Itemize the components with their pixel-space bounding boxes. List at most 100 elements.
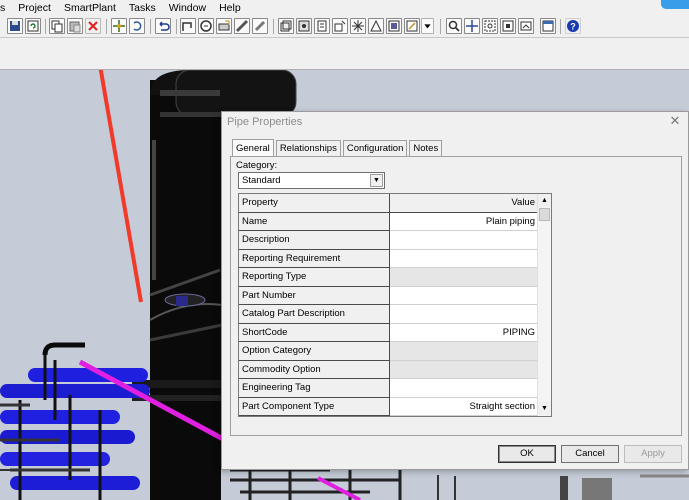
view2-icon[interactable] [278, 18, 294, 34]
menu-item-project[interactable]: Project [12, 2, 58, 14]
property-value[interactable] [390, 286, 537, 305]
view7-icon[interactable] [368, 18, 384, 34]
property-name: Engineering Tag [239, 379, 390, 398]
move-icon[interactable] [111, 18, 127, 34]
save-icon[interactable] [7, 18, 23, 34]
frame-icon[interactable] [386, 18, 402, 34]
menu-bar: s Project SmartPlant Tasks Window Help [0, 0, 689, 16]
cancel-button[interactable]: Cancel [561, 445, 619, 463]
property-value[interactable] [390, 249, 537, 268]
table-row: Description [239, 231, 537, 250]
snapshot-icon[interactable] [518, 18, 534, 34]
property-value[interactable] [390, 379, 537, 398]
help-icon[interactable]: ? [565, 18, 581, 34]
property-grid: Property Value Name Plain piping Descrip… [238, 193, 552, 417]
property-name: Commodity Option [239, 360, 390, 379]
close-icon[interactable]: ✕ [668, 114, 682, 128]
property-value[interactable]: Plain piping [390, 212, 537, 231]
dialog-title: Pipe Properties [227, 116, 303, 128]
zoom-icon[interactable] [446, 18, 462, 34]
route-icon[interactable] [180, 18, 196, 34]
general-tab-panel: Category: Standard ▼ Property Value Name… [230, 156, 682, 436]
menu-item-tasks[interactable]: Tasks [123, 2, 163, 14]
table-row: Catalog Part Description [239, 305, 537, 324]
table-row: ShortCode PIPING [239, 323, 537, 342]
property-value [390, 268, 537, 287]
table-row: Engineering Tag [239, 379, 537, 398]
grid-header: Property Value [239, 194, 537, 213]
tab-general[interactable]: General [232, 139, 274, 156]
menu-item-s[interactable]: s [0, 2, 12, 14]
pipe-blue-5 [0, 452, 110, 466]
property-name: Description [239, 231, 390, 250]
category-value: Standard [242, 175, 281, 186]
property-value [390, 342, 537, 361]
property-name: Catalog Part Description [239, 305, 390, 324]
tab-notes[interactable]: Notes [409, 140, 443, 156]
undo-icon[interactable] [155, 18, 171, 34]
measure-icon[interactable] [234, 18, 250, 34]
menu-item-window[interactable]: Window [163, 2, 213, 14]
pan-icon[interactable] [464, 18, 480, 34]
scroll-down-icon[interactable]: ▼ [538, 402, 551, 415]
value-column-header: Value [390, 194, 537, 213]
dropdown-icon[interactable] [421, 18, 434, 34]
table-row: Part Component Type Straight section [239, 397, 537, 416]
secondary-toolbar [0, 38, 689, 70]
table-row: Name Plain piping [239, 212, 537, 231]
delete-x-icon[interactable] [85, 18, 101, 34]
table-row: Part Number [239, 286, 537, 305]
table-row: Option Category [239, 342, 537, 361]
menu-item-smartplant[interactable]: SmartPlant [58, 2, 123, 14]
pipe-blue-6 [10, 476, 140, 490]
zoom-area-icon[interactable] [482, 18, 498, 34]
svg-text:?: ? [570, 22, 576, 32]
tool-icon[interactable] [198, 18, 214, 34]
tab-relationships[interactable]: Relationships [275, 140, 341, 156]
refresh-icon[interactable] [25, 18, 41, 34]
copy-icon[interactable] [49, 18, 65, 34]
scroll-up-icon[interactable]: ▲ [538, 194, 551, 207]
window-icon[interactable] [540, 18, 556, 34]
fit-icon[interactable] [500, 18, 516, 34]
apply-button[interactable]: Apply [624, 445, 682, 463]
property-name: Option Category [239, 342, 390, 361]
notification-badge[interactable] [661, 0, 689, 9]
view-icon[interactable] [252, 18, 268, 34]
property-name: Name [239, 212, 390, 231]
chevron-down-icon[interactable]: ▼ [370, 174, 383, 187]
property-name: Part Number [239, 286, 390, 305]
insert-icon[interactable] [216, 18, 232, 34]
paste-icon[interactable] [67, 18, 83, 34]
property-value[interactable]: Straight section [390, 397, 537, 416]
view3-icon[interactable] [296, 18, 312, 34]
dialog-tabs: General Relationships Configuration Note… [232, 139, 444, 156]
view5-icon[interactable] [332, 18, 348, 34]
ok-button[interactable]: OK [498, 445, 556, 463]
property-column-header: Property [239, 194, 390, 213]
view4-icon[interactable] [314, 18, 330, 34]
table-row: Reporting Type [239, 268, 537, 287]
property-name: Reporting Requirement [239, 249, 390, 268]
property-value[interactable]: PIPING [390, 323, 537, 342]
toolbar: ? [0, 16, 689, 38]
table-row: Commodity Option [239, 360, 537, 379]
rotate-icon[interactable] [129, 18, 145, 34]
property-value[interactable] [390, 305, 537, 324]
annotation-arrow [98, 70, 143, 303]
grid-scrollbar[interactable]: ▲ ▼ [537, 194, 551, 416]
pipe-blue-3 [0, 410, 120, 424]
property-value[interactable] [390, 231, 537, 250]
property-name: Part Component Type [239, 397, 390, 416]
menu-item-help[interactable]: Help [213, 2, 248, 14]
property-name: Reporting Type [239, 268, 390, 287]
scroll-thumb[interactable] [539, 208, 550, 221]
table-row: Reporting Requirement [239, 249, 537, 268]
property-value [390, 360, 537, 379]
view6-icon[interactable] [350, 18, 366, 34]
edit-icon[interactable] [404, 18, 420, 34]
tab-configuration[interactable]: Configuration [342, 140, 408, 156]
property-name: ShortCode [239, 323, 390, 342]
category-select[interactable]: Standard ▼ [238, 172, 385, 189]
pipe-properties-dialog: Pipe Properties ✕ General Relationships … [221, 111, 689, 470]
